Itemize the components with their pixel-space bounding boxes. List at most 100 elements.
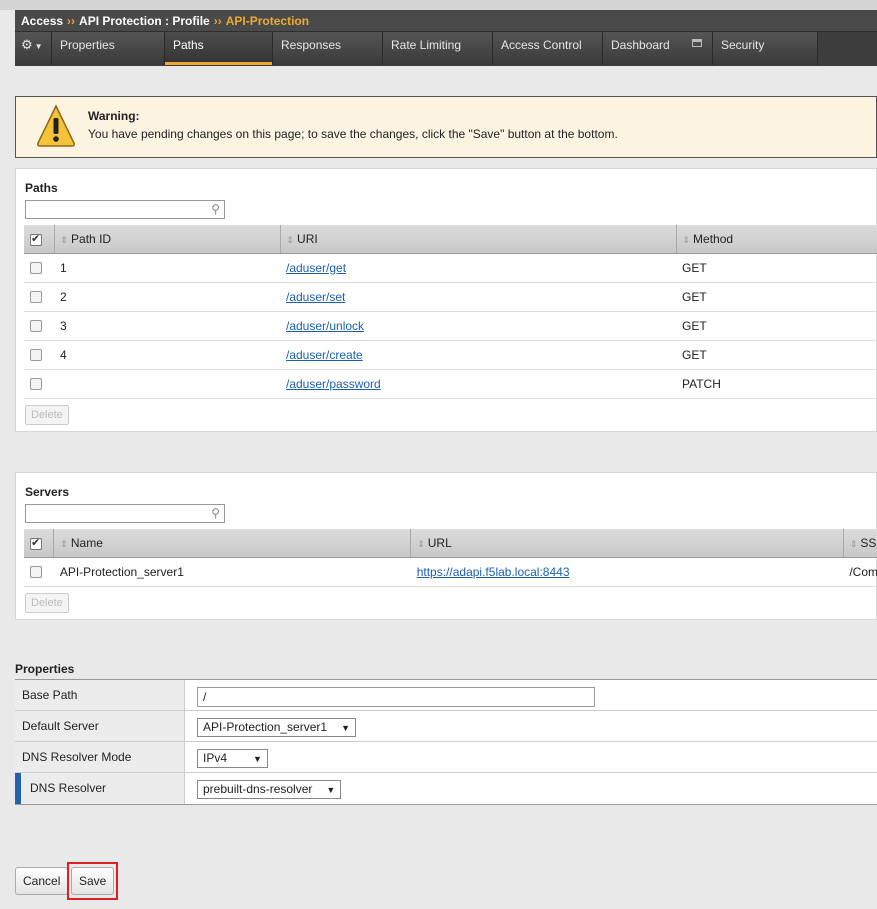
base-path-label: Base Path: [15, 680, 185, 710]
path-id: [54, 369, 280, 399]
chevron-down-icon: ▼: [34, 42, 43, 51]
select-value: API-Protection_server1: [203, 720, 328, 734]
paths-panel: Paths ⚲ ⇕Path ID ⇕URI ⇕Method 1 /aduser/…: [15, 168, 877, 432]
path-id: 3: [54, 311, 280, 341]
select-all-cell: [24, 225, 55, 254]
dns-resolver-label: DNS Resolver: [15, 773, 185, 804]
uri-link[interactable]: /aduser/create: [286, 348, 363, 362]
base-path-input[interactable]: /: [197, 687, 595, 707]
save-highlight-box: [67, 862, 118, 900]
row-select-cell: [24, 557, 54, 587]
dns-resolver-select[interactable]: prebuilt-dns-resolver ▼: [197, 780, 342, 799]
breadcrumb-current: API-Protection: [225, 14, 310, 28]
uri-link[interactable]: /aduser/password: [286, 377, 381, 391]
gear-icon: ⚙: [21, 37, 33, 52]
row-select-cell: [24, 282, 54, 312]
tab-responses[interactable]: Responses: [273, 32, 383, 65]
uri-link[interactable]: /aduser/get: [286, 261, 346, 275]
window-icon: [692, 39, 702, 47]
top-strip: [0, 0, 877, 10]
table-row: 2 /aduser/set GET: [24, 282, 877, 312]
row-checkbox[interactable]: [30, 320, 42, 333]
default-server-cell: API-Protection_server1 ▼: [185, 711, 877, 741]
default-server-label: Default Server: [15, 711, 185, 741]
select-all-checkbox[interactable]: [30, 232, 42, 246]
server-ssl: /Com: [843, 557, 877, 587]
search-icon[interactable]: ⚲: [211, 506, 220, 520]
select-value: IPv4: [203, 751, 228, 765]
table-row: /aduser/password PATCH: [24, 369, 877, 399]
uri-cell: /aduser/password: [280, 369, 676, 399]
method: GET: [676, 311, 877, 341]
breadcrumb-access[interactable]: Access: [21, 14, 63, 28]
sort-icon: ⇕: [286, 234, 295, 245]
table-row: 3 /aduser/unlock GET: [24, 311, 877, 341]
sort-icon: ⇕: [60, 234, 69, 245]
row-checkbox[interactable]: [30, 262, 42, 275]
cancel-button[interactable]: Cancel: [15, 867, 69, 895]
column-label: SS: [860, 535, 877, 550]
column-header-method[interactable]: ⇕ Method: [676, 225, 877, 254]
breadcrumb-separator: ››: [67, 14, 76, 28]
breadcrumb-profile[interactable]: API Protection : Profile: [79, 14, 210, 28]
column-header-url[interactable]: ⇕ URL: [410, 529, 844, 558]
servers-delete-button[interactable]: Delete: [25, 593, 69, 613]
warning-title: Warning:: [88, 109, 140, 123]
tab-rate-limiting[interactable]: Rate Limiting: [383, 32, 493, 65]
gear-menu[interactable]: ⚙ ▼: [15, 32, 52, 65]
tab-access-control[interactable]: Access Control: [493, 32, 603, 65]
properties-table: Base Path / Default Server API-Protectio…: [15, 679, 877, 805]
sort-icon: ⇕: [849, 538, 858, 549]
paths-search-input[interactable]: ⚲: [25, 200, 225, 219]
dropdown-arrow-icon: ▼: [341, 723, 350, 733]
breadcrumb: Access ›› API Protection : Profile ›› API-Pr…: [15, 10, 877, 32]
column-header-ssl[interactable]: ⇕ SS: [843, 529, 877, 558]
dropdown-arrow-icon: ▼: [253, 754, 262, 764]
warning-banner: Warning: You have pending changes on thi…: [15, 96, 877, 158]
select-all-checkbox[interactable]: [30, 536, 42, 550]
sort-icon: ⇕: [682, 234, 691, 245]
breadcrumb-separator: ››: [213, 14, 222, 28]
column-header-path-id[interactable]: ⇕ Path ID: [54, 225, 281, 254]
dns-resolver-cell: prebuilt-dns-resolver ▼: [185, 773, 877, 804]
property-row: Default Server API-Protection_server1 ▼: [15, 711, 877, 742]
method: PATCH: [676, 369, 877, 399]
tab-dashboard[interactable]: Dashboard: [603, 32, 713, 65]
tab-properties[interactable]: Properties: [52, 32, 165, 65]
select-value: prebuilt-dns-resolver: [203, 782, 313, 796]
property-row: DNS Resolver Mode IPv4 ▼: [15, 742, 877, 773]
column-label: URI: [297, 231, 318, 246]
default-server-select[interactable]: API-Protection_server1 ▼: [197, 718, 356, 737]
row-checkbox[interactable]: [30, 566, 42, 579]
row-checkbox[interactable]: [30, 349, 42, 362]
paths-delete-button[interactable]: Delete: [25, 405, 69, 425]
server-url-link[interactable]: https://adapi.f5lab.local:8443: [417, 565, 570, 579]
tab-security[interactable]: Security: [713, 32, 818, 65]
path-id: 2: [54, 282, 280, 312]
column-header-uri[interactable]: ⇕ URI: [280, 225, 677, 254]
method: GET: [676, 340, 877, 370]
servers-search-input[interactable]: ⚲: [25, 504, 225, 523]
tab-bar: ⚙ ▼ Properties Paths Responses Rate Limit…: [15, 32, 877, 65]
table-header: ⇕Path ID ⇕URI ⇕Method: [24, 225, 877, 254]
row-checkbox[interactable]: [30, 378, 42, 391]
method: GET: [676, 253, 877, 283]
select-all-cell: [24, 529, 55, 558]
tab-paths[interactable]: Paths: [165, 32, 273, 65]
uri-cell: /aduser/set: [280, 282, 676, 312]
paths-title: Paths: [25, 181, 58, 195]
uri-link[interactable]: /aduser/set: [286, 290, 345, 304]
search-icon[interactable]: ⚲: [211, 202, 220, 216]
dns-resolver-mode-select[interactable]: IPv4 ▼: [197, 749, 268, 768]
column-header-name[interactable]: ⇕ Name: [53, 529, 412, 558]
base-path-cell: /: [185, 680, 877, 710]
uri-cell: /aduser/get: [280, 253, 676, 283]
table-row: 1 /aduser/get GET: [24, 253, 877, 283]
server-name: API-Protection_server1: [53, 557, 411, 587]
dns-resolver-mode-label: DNS Resolver Mode: [15, 742, 185, 772]
row-select-cell: [24, 253, 54, 283]
row-checkbox[interactable]: [30, 291, 42, 304]
row-select-cell: [24, 340, 54, 370]
row-select-cell: [24, 369, 54, 399]
uri-link[interactable]: /aduser/unlock: [286, 319, 364, 333]
